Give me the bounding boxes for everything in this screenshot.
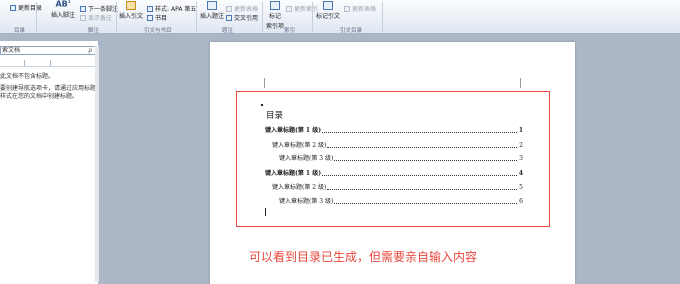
toc-entry[interactable]: 键入章标题(第 3 级) 6	[279, 196, 523, 205]
toc-entry-label: 键入章标题(第 1 级)	[265, 170, 322, 177]
toc-page-number: 1	[518, 127, 523, 134]
group-separator	[262, 2, 263, 32]
bibliography-icon	[147, 14, 153, 21]
toc-title: 目录	[266, 111, 284, 121]
search-icon[interactable]: ρ	[88, 47, 92, 54]
group-separator	[382, 2, 383, 32]
group-label-captions: 题注	[222, 28, 234, 34]
cross-reference-label: 交叉引用	[234, 15, 259, 22]
group-label-toc: 目录	[14, 28, 26, 34]
paragraph-mark	[261, 104, 263, 106]
navigation-pane: 索文档 ρ 此文档不包含标题。 要创建导航选项卡，请通过应用标题样式在您的文档中…	[0, 41, 99, 284]
mark-citation-label: 标记引文	[316, 13, 341, 20]
toc-page-number: 6	[519, 198, 523, 205]
style-icon	[147, 5, 153, 12]
search-input[interactable]: 索文档 ρ	[0, 46, 96, 55]
group-separator	[312, 2, 313, 32]
bibliography-label: 书目	[155, 15, 168, 22]
no-headings-message: 此文档不包含标题。	[0, 73, 55, 80]
toc-leader	[334, 160, 518, 161]
toc-entry[interactable]: 键入章标题(第 2 级) 2	[272, 140, 523, 149]
update-index-button[interactable]: 更新索引	[286, 4, 318, 13]
toc-page-number: 5	[519, 184, 523, 191]
nav-scrollbar[interactable]	[95, 46, 99, 282]
mark-entry-button[interactable]: 标记 索引项	[266, 1, 284, 30]
text-cursor	[265, 208, 266, 216]
group-label-index: 索引	[284, 28, 296, 34]
insert-caption-button[interactable]: 插入题注	[200, 1, 224, 20]
insert-citation-button[interactable]: 插入引文	[119, 1, 143, 20]
group-separator	[36, 2, 37, 32]
toc-entry[interactable]: 键入章标题(第 1 级) 4	[265, 168, 523, 177]
toc-entry-label: 键入章标题(第 1 级)	[265, 127, 322, 134]
toc-entry[interactable]: 键入章标题(第 3 级) 3	[279, 153, 523, 162]
mark-citation-icon	[323, 1, 333, 10]
crop-mark	[520, 78, 521, 88]
group-label-citations: 引文与书目	[144, 28, 172, 34]
update-table-label: 更新表格	[234, 6, 259, 13]
update-toc-button[interactable]: 更新目录	[10, 3, 42, 12]
refresh-icon	[10, 4, 16, 11]
toc-leader	[334, 203, 518, 204]
toc-leader	[327, 147, 518, 148]
toc-page-number: 4	[518, 170, 523, 177]
ab-footnote-icon: AB1	[55, 0, 71, 9]
update-table-icon	[226, 5, 232, 12]
cross-reference-button[interactable]: 交叉引用	[226, 13, 258, 22]
search-placeholder: 索文档	[2, 47, 21, 54]
style-value: APA 第五	[171, 6, 197, 13]
toc-leader	[322, 175, 517, 176]
toc-entry-label: 键入章标题(第 2 级)	[272, 142, 327, 149]
insert-footnote-label: 插入脚注	[51, 11, 76, 19]
toc-leader	[322, 132, 517, 133]
cross-reference-icon	[226, 14, 232, 21]
mark-citation-button[interactable]: 标记引文	[316, 1, 340, 20]
next-footnote-label: 下一条脚注	[88, 6, 119, 13]
crop-mark	[264, 78, 265, 88]
update-table-auth-icon	[344, 5, 350, 12]
caption-icon	[207, 1, 217, 10]
group-separator	[116, 2, 117, 32]
toc-entry-label: 键入章标题(第 2 级)	[272, 184, 327, 191]
update-table-auth-button[interactable]: 更新表格	[344, 4, 376, 13]
create-headings-hint: 要创建导航选项卡，请通过应用标题样式在您的文档中创建标题。	[0, 85, 97, 100]
show-notes-button[interactable]: 显示备注	[80, 13, 112, 22]
citation-icon	[126, 1, 136, 10]
insert-caption-label: 插入题注	[200, 13, 225, 20]
show-notes-icon	[80, 14, 86, 21]
next-footnote-button[interactable]: 下一条脚注	[80, 4, 118, 13]
toc-entry-label: 键入章标题(第 3 级)	[279, 198, 334, 205]
annotation-caption: 可以看到目录已生成，但需要亲自输入内容	[249, 250, 478, 264]
toc-entry[interactable]: 键入章标题(第 1 级) 1	[265, 125, 523, 134]
nav-tabs	[0, 60, 98, 67]
insert-citation-label: 插入引文	[119, 13, 144, 20]
toc-page-number: 3	[519, 155, 523, 162]
group-separator	[196, 2, 197, 32]
next-footnote-icon	[80, 5, 86, 12]
group-label-footnotes: 脚注	[88, 28, 100, 34]
tab-divider	[50, 60, 51, 66]
mark-entry-icon	[270, 1, 280, 10]
update-index-label: 更新索引	[294, 6, 319, 13]
tab-divider	[24, 60, 25, 66]
group-label-table-of-auth: 引文目录	[340, 28, 363, 34]
toc-entry[interactable]: 键入章标题(第 2 级) 5	[272, 182, 523, 191]
toc-leader	[327, 189, 518, 190]
mark-entry-label: 标记	[269, 13, 282, 20]
toc-page-number: 2	[519, 142, 523, 149]
toc-entry-label: 键入章标题(第 3 级)	[279, 155, 334, 162]
show-notes-label: 显示备注	[88, 15, 113, 22]
update-table-auth-label: 更新表格	[352, 6, 377, 13]
update-toc-label: 更新目录	[18, 5, 43, 12]
insert-footnote-button[interactable]: AB1 插入脚注	[51, 0, 75, 19]
citation-style-select[interactable]: 样式: APA 第五	[147, 4, 196, 13]
style-label: 样式:	[155, 6, 170, 13]
index-entry-label: 索引项	[266, 23, 285, 30]
update-index-icon	[286, 5, 292, 12]
bibliography-button[interactable]: 书目	[147, 13, 167, 22]
ribbon: 更新目录 目录 AB1 插入脚注 下一条脚注 显示备注 脚注 插入引文 样式: …	[0, 0, 680, 34]
update-table-button[interactable]: 更新表格	[226, 4, 258, 13]
